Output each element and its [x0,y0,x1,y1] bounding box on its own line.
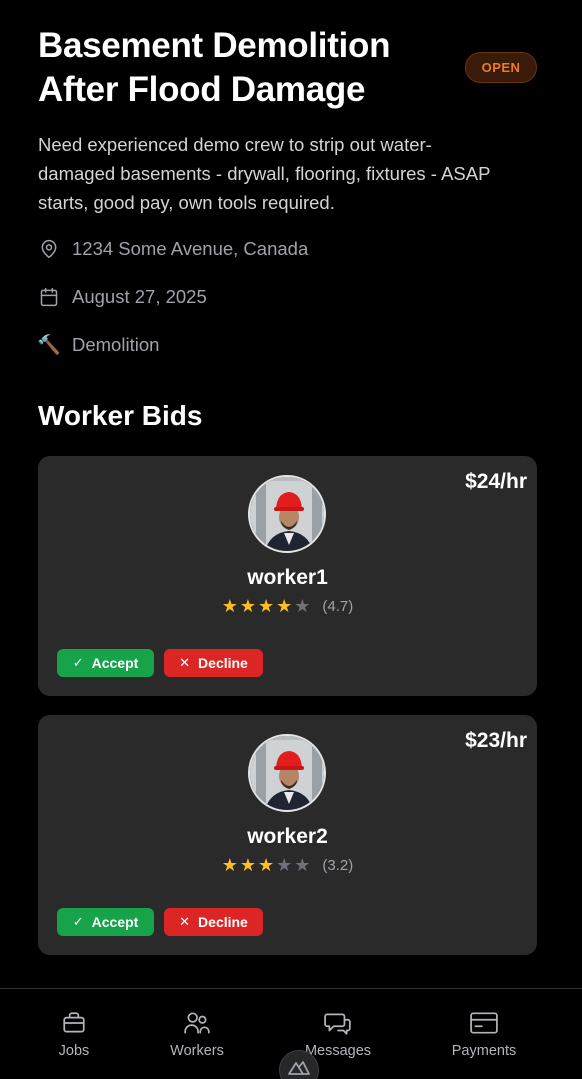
star-icon: ★ [258,596,275,616]
logo-icon [288,1061,310,1075]
nav-item-workers[interactable]: Workers [162,1009,232,1059]
rating-value: (4.7) [322,597,354,615]
job-date: August 27, 2025 [38,286,207,308]
nav-label: Workers [170,1043,224,1059]
bids-section-title: Worker Bids [38,400,203,431]
check-icon: ✓ [72,655,84,670]
nav-label: Messages [304,1043,372,1059]
decline-button[interactable]: ✕ Decline [164,649,263,677]
nav-item-messages[interactable]: Messages [298,1009,378,1059]
close-icon: ✕ [179,914,191,929]
nav-item-jobs[interactable]: Jobs [50,1009,98,1059]
star-icon: ★ [276,855,293,875]
worker-rating: ★ ★ ★ ★ ★ (3.2) [38,855,537,875]
accept-button[interactable]: ✓ Accept [57,908,154,936]
bid-rate: $24/hr [465,470,527,493]
status-badge: OPEN [465,52,537,83]
star-icon: ★ [258,855,275,875]
decline-label: Decline [198,914,248,930]
job-title: Basement Demolition After Flood Damage [38,26,391,109]
job-location: 1234 Some Avenue, Canada [38,238,308,260]
star-icon: ★ [221,855,238,875]
rating-value: (3.2) [322,856,354,874]
star-icon: ★ [239,596,256,616]
star-icon: ★ [276,596,293,616]
job-description: Need experienced demo crew to strip out … [38,134,491,213]
hammer-icon: 🔨 [37,335,61,356]
nav-label: Jobs [58,1043,90,1059]
bid-card: $24/hr worker1 ★ ★ ★ ★ ★ (4.7) ✓ Accept ✕ De… [38,456,537,696]
messages-icon [324,1009,352,1037]
nav-item-payments[interactable]: Payments [444,1009,524,1059]
decline-label: Decline [198,655,248,671]
credit-card-icon [470,1009,498,1037]
avatar [248,734,326,812]
decline-button[interactable]: ✕ Decline [164,908,263,936]
bid-rate: $23/hr [465,729,527,752]
close-icon: ✕ [179,655,191,670]
star-icon: ★ [294,855,311,875]
job-category: 🔨 Demolition [37,334,160,356]
job-location-text: 1234 Some Avenue, Canada [72,238,309,259]
nav-label: Payments [451,1043,517,1059]
accept-label: Accept [91,914,139,930]
avatar [248,475,326,553]
accept-label: Accept [91,655,139,671]
map-pin-icon [38,238,60,260]
star-icon: ★ [294,596,311,616]
star-icon: ★ [221,596,238,616]
job-header: Basement Demolition After Flood Damage O… [38,24,544,112]
star-icon: ★ [239,855,256,875]
worker-rating: ★ ★ ★ ★ ★ (4.7) [38,596,537,616]
calendar-icon [38,286,60,308]
bid-card: $23/hr worker2 ★ ★ ★ ★ ★ (3.2) ✓ Accept ✕ De… [38,715,537,955]
check-icon: ✓ [72,914,84,929]
accept-button[interactable]: ✓ Accept [57,649,154,677]
worker-name: worker2 [247,825,328,848]
users-icon [183,1009,211,1037]
briefcase-icon [61,1009,87,1037]
job-category-text: Demolition [72,334,160,355]
worker-name: worker1 [247,566,328,589]
job-date-text: August 27, 2025 [72,286,207,307]
